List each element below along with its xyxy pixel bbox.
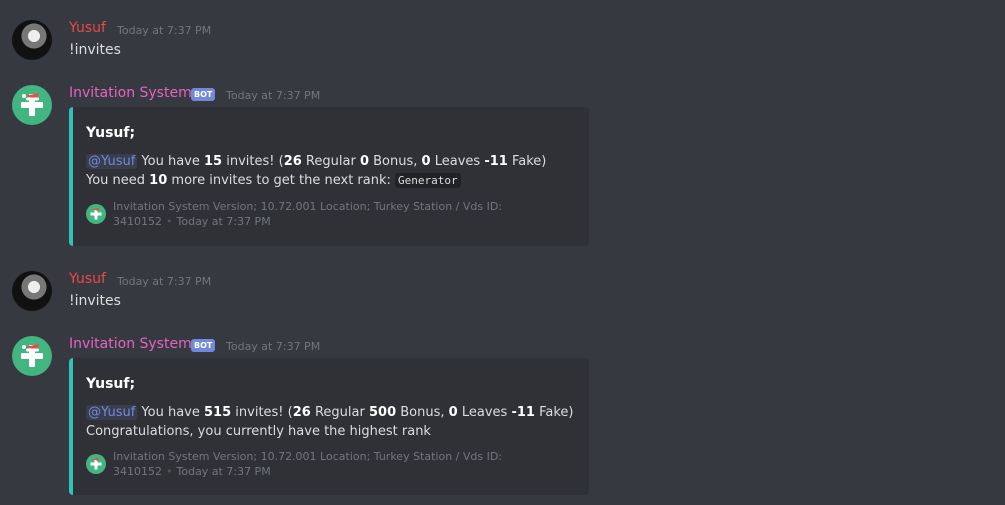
embed-footer: Invitation System Version; 10.72.001 Loc… [113, 450, 503, 478]
plus-icon [90, 458, 102, 470]
bot-avatar[interactable] [12, 336, 52, 376]
footer-icon [86, 454, 106, 474]
user-mention[interactable]: @Yusuf [86, 154, 138, 169]
avatar[interactable] [12, 20, 52, 60]
user-mention[interactable]: @Yusuf [86, 405, 138, 420]
message-text: !invites [69, 42, 121, 58]
footer-icon [86, 204, 106, 224]
bot-tag: BOT [191, 88, 216, 101]
message-text: !invites [69, 293, 121, 309]
embed-title: Yusuf; [86, 376, 136, 392]
author-name[interactable]: Yusuf [69, 271, 106, 287]
avatar[interactable] [12, 271, 52, 311]
plus-icon [90, 208, 102, 220]
timestamp: Today at 7:37 PM [117, 275, 212, 288]
author-name[interactable]: Invitation System [69, 85, 192, 101]
timestamp: Today at 7:37 PM [226, 340, 321, 353]
plus-icon [21, 344, 43, 367]
bot-tag: BOT [191, 339, 216, 352]
bot-avatar[interactable] [12, 85, 52, 125]
timestamp: Today at 7:37 PM [117, 24, 212, 37]
embed: Yusuf; @Yusuf You have 15 invites! (26 R… [69, 107, 589, 246]
rank-code: Generator [395, 173, 461, 188]
author-name[interactable]: Yusuf [69, 20, 106, 36]
author-name[interactable]: Invitation System [69, 336, 192, 352]
embed: Yusuf; @Yusuf You have 515 invites! (26 … [69, 358, 589, 495]
embed-line-2: Congratulations, you currently have the … [86, 424, 431, 439]
timestamp: Today at 7:37 PM [226, 89, 321, 102]
plus-icon [21, 93, 43, 116]
embed-footer: Invitation System Version; 10.72.001 Loc… [113, 200, 503, 228]
embed-line-1: @Yusuf You have 15 invites! (26 Regular … [86, 154, 547, 169]
embed-title: Yusuf; [86, 125, 136, 141]
embed-line-2: You need 10 more invites to get the next… [86, 173, 461, 188]
embed-line-1: @Yusuf You have 515 invites! (26 Regular… [86, 405, 574, 420]
